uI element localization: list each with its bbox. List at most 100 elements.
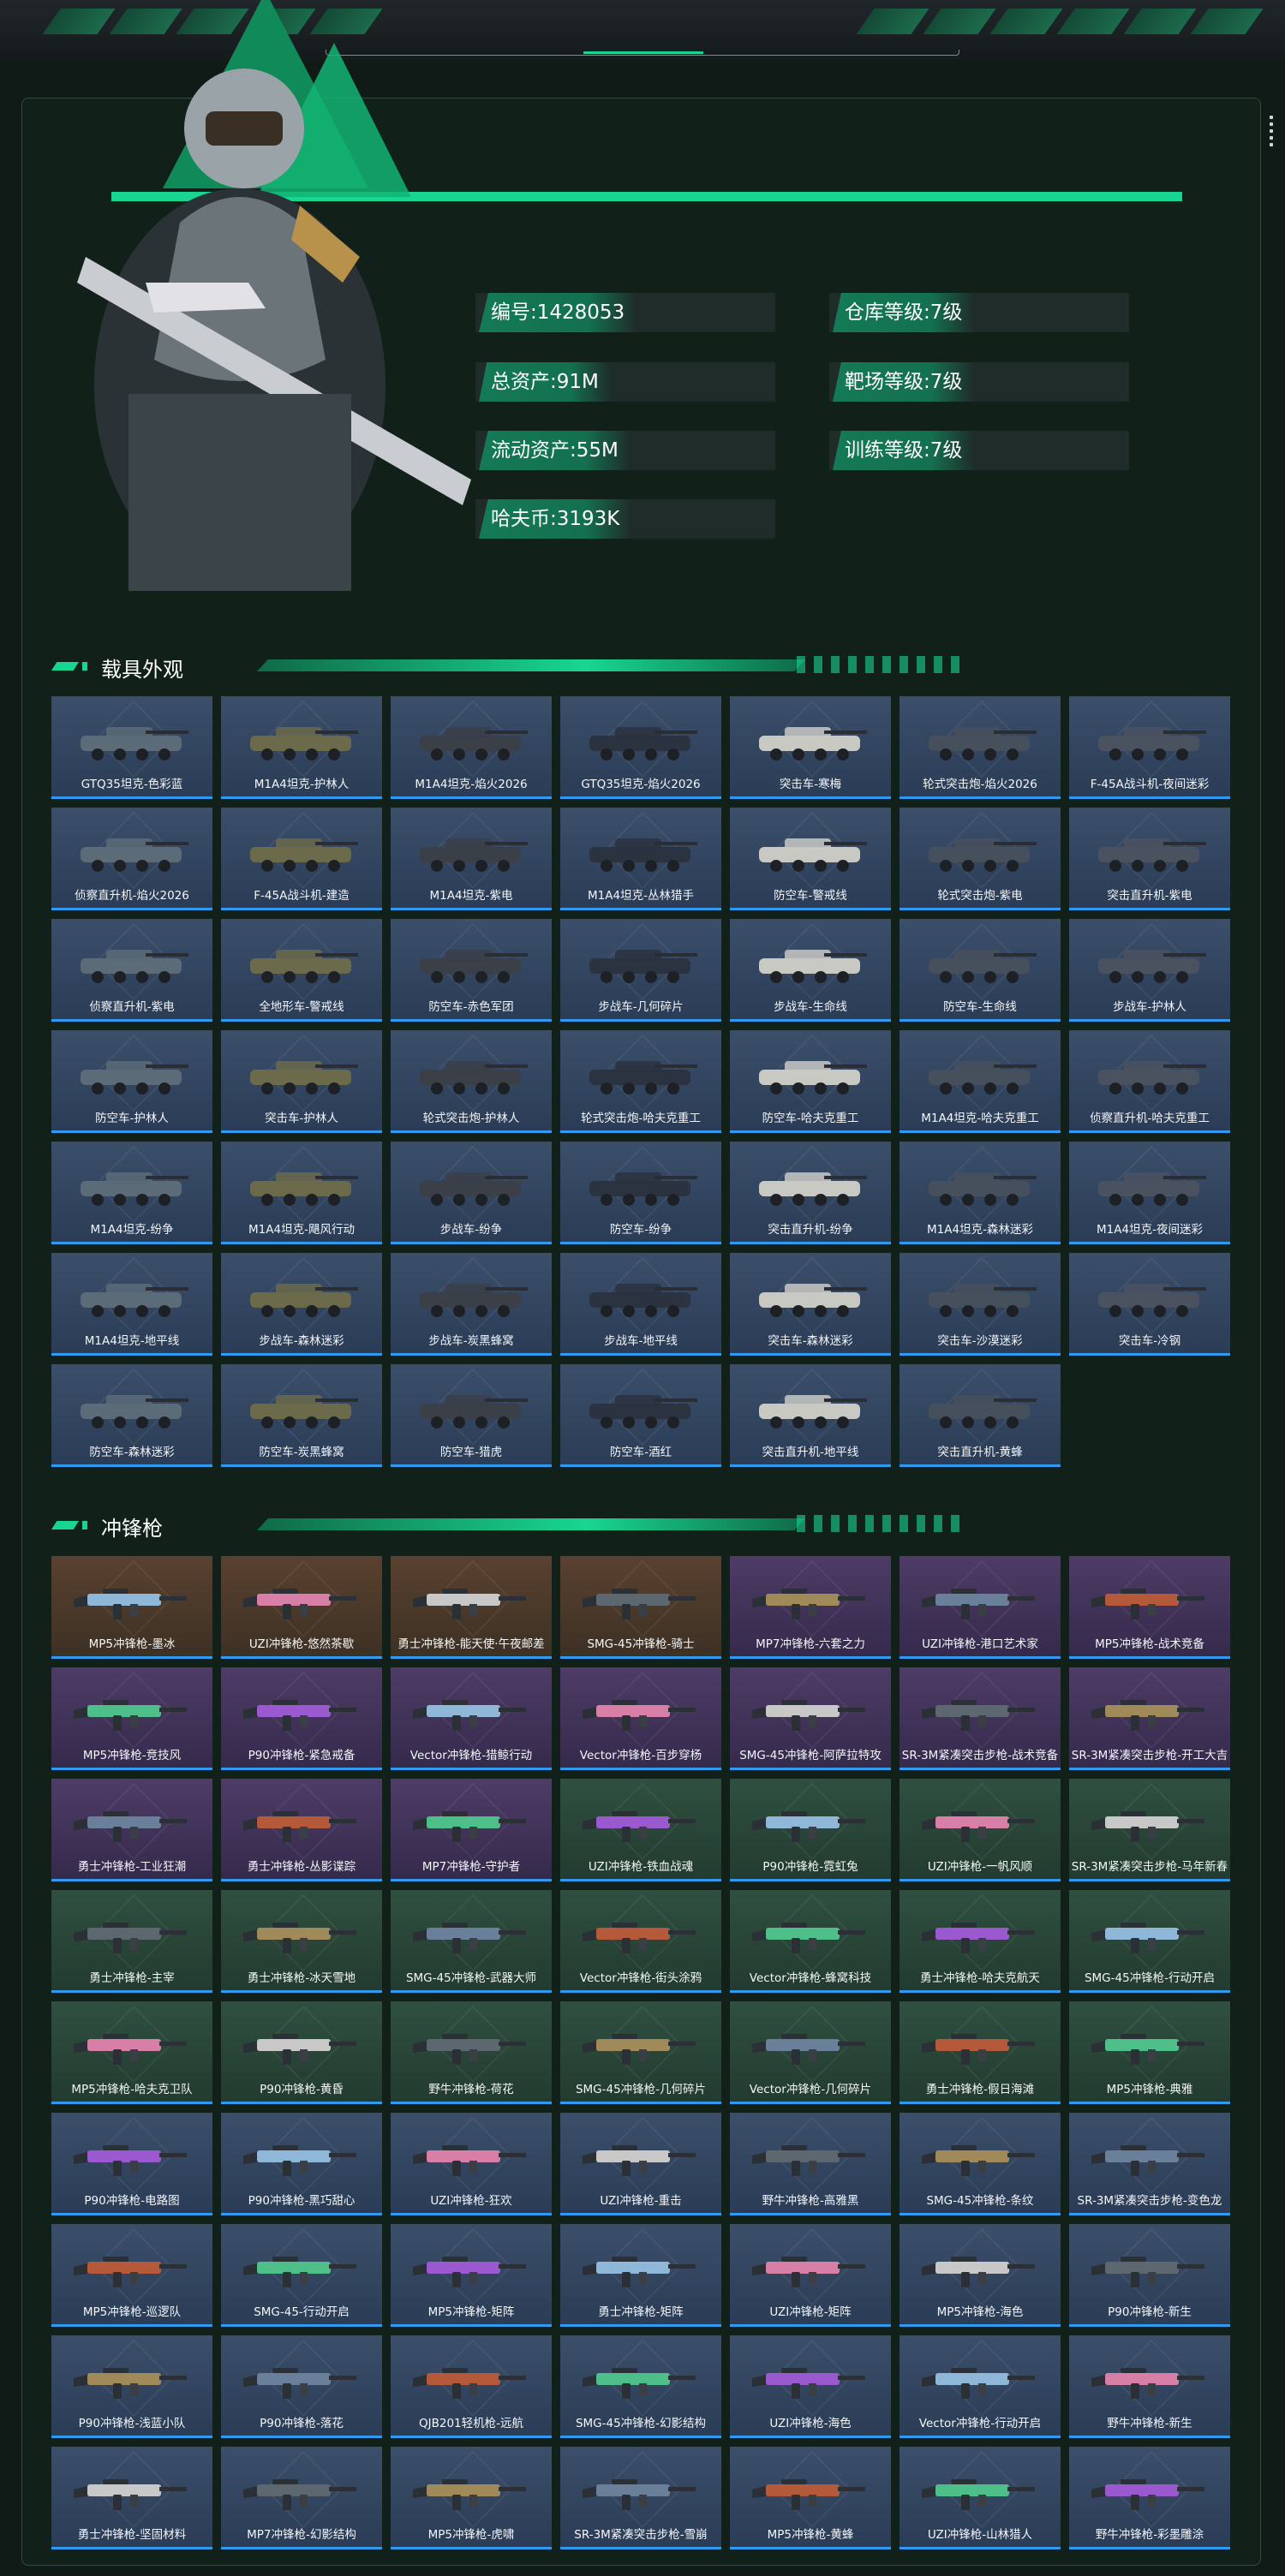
vehicle-skin-card[interactable]: 步战车-炭黑蜂窝 (391, 1253, 552, 1356)
smg-skin-card[interactable]: UZI冲锋枪-悠然茶歇 (221, 1556, 382, 1659)
smg-skin-card[interactable]: SR-3M紧凑突击步枪-变色龙 (1069, 2113, 1230, 2215)
smg-skin-card[interactable]: UZI冲锋枪-山林猎人 (900, 2447, 1061, 2549)
smg-skin-card[interactable]: P90冲锋枪-黄昏 (221, 2001, 382, 2104)
smg-skin-card[interactable]: Vector冲锋枪-猎鲸行动 (391, 1667, 552, 1770)
smg-skin-card[interactable]: 勇士冲锋枪-哈夫克航天 (900, 1890, 1061, 1993)
smg-skin-card[interactable]: UZI冲锋枪-狂欢 (391, 2113, 552, 2215)
vehicle-skin-card[interactable]: 突击车-护林人 (221, 1030, 382, 1133)
vehicle-skin-card[interactable]: M1A4坦克-纷争 (51, 1142, 212, 1244)
vehicle-skin-card[interactable]: 步战车-护林人 (1069, 919, 1230, 1022)
vehicle-skin-card[interactable]: 防空车-酒红 (560, 1364, 721, 1467)
vehicle-skin-card[interactable]: 防空车-炭黑蜂窝 (221, 1364, 382, 1467)
vehicle-skin-card[interactable]: M1A4坦克-地平线 (51, 1253, 212, 1356)
smg-skin-card[interactable]: SR-3M紧凑突击步枪-开工大吉 (1069, 1667, 1230, 1770)
vehicle-skin-card[interactable]: 全地形车-警戒线 (221, 919, 382, 1022)
vehicle-skin-card[interactable]: 防空车-赤色军团 (391, 919, 552, 1022)
vehicle-skin-card[interactable]: M1A4坦克-丛林猎手 (560, 808, 721, 910)
vehicle-skin-card[interactable]: 步战车-森林迷彩 (221, 1253, 382, 1356)
smg-skin-card[interactable]: MP5冲锋枪-虎啸 (391, 2447, 552, 2549)
smg-skin-card[interactable]: Vector冲锋枪-蜂窝科技 (730, 1890, 891, 1993)
smg-skin-card[interactable]: Vector冲锋枪-百步穿杨 (560, 1667, 721, 1770)
vehicle-skin-card[interactable]: 突击车-森林迷彩 (730, 1253, 891, 1356)
vehicle-skin-card[interactable]: 突击车-沙漠迷彩 (900, 1253, 1061, 1356)
vehicle-skin-card[interactable]: M1A4坦克-护林人 (221, 696, 382, 799)
vehicle-skin-card[interactable]: GTQ35坦克-色彩蓝 (51, 696, 212, 799)
smg-skin-card[interactable]: 勇士冲锋枪-工业狂潮 (51, 1779, 212, 1881)
vehicle-skin-card[interactable]: 突击直升机-黄蜂 (900, 1364, 1061, 1467)
vehicle-skin-card[interactable]: 防空车-纷争 (560, 1142, 721, 1244)
vehicle-skin-card[interactable]: 侦察直升机-哈夫克重工 (1069, 1030, 1230, 1133)
smg-skin-card[interactable]: SMG-45冲锋枪-行动开启 (1069, 1890, 1230, 1993)
smg-skin-card[interactable]: Vector冲锋枪-行动开启 (900, 2335, 1061, 2438)
smg-skin-card[interactable]: MP5冲锋枪-典雅 (1069, 2001, 1230, 2104)
smg-skin-card[interactable]: Vector冲锋枪-几何碎片 (730, 2001, 891, 2104)
smg-skin-card[interactable]: 野牛冲锋枪-荷花 (391, 2001, 552, 2104)
smg-skin-card[interactable]: SMG-45冲锋枪-骑士 (560, 1556, 721, 1659)
smg-skin-card[interactable]: QJB201轻机枪-远航 (391, 2335, 552, 2438)
smg-skin-card[interactable]: MP5冲锋枪-哈夫克卫队 (51, 2001, 212, 2104)
vehicle-skin-card[interactable]: 轮式突击炮-紫电 (900, 808, 1061, 910)
smg-skin-card[interactable]: UZI冲锋枪-矩阵 (730, 2224, 891, 2327)
smg-skin-card[interactable]: SMG-45冲锋枪-几何碎片 (560, 2001, 721, 2104)
vehicle-skin-card[interactable]: 防空车-森林迷彩 (51, 1364, 212, 1467)
smg-skin-card[interactable]: MP7冲锋枪-守护者 (391, 1779, 552, 1881)
smg-skin-card[interactable]: UZI冲锋枪-海色 (730, 2335, 891, 2438)
smg-skin-card[interactable]: MP7冲锋枪-六套之力 (730, 1556, 891, 1659)
smg-skin-card[interactable]: SR-3M紧凑突击步枪-战术竞备 (900, 1667, 1061, 1770)
vehicle-skin-card[interactable]: M1A4坦克-焰火2026 (391, 696, 552, 799)
vehicle-skin-card[interactable]: 侦察直升机-紫电 (51, 919, 212, 1022)
smg-skin-card[interactable]: UZI冲锋枪-重击 (560, 2113, 721, 2215)
vehicle-skin-card[interactable]: F-45A战斗机-建造 (221, 808, 382, 910)
vehicle-skin-card[interactable]: M1A4坦克-森林迷彩 (900, 1142, 1061, 1244)
smg-skin-card[interactable]: MP5冲锋枪-黄蜂 (730, 2447, 891, 2549)
smg-skin-card[interactable]: UZI冲锋枪-铁血战魂 (560, 1779, 721, 1881)
vehicle-skin-card[interactable]: M1A4坦克-哈夫克重工 (900, 1030, 1061, 1133)
smg-skin-card[interactable]: P90冲锋枪-霓虹兔 (730, 1779, 891, 1881)
smg-skin-card[interactable]: Vector冲锋枪-街头涂鸦 (560, 1890, 721, 1993)
vehicle-skin-card[interactable]: 轮式突击炮-哈夫克重工 (560, 1030, 721, 1133)
smg-skin-card[interactable]: 野牛冲锋枪-高雅黑 (730, 2113, 891, 2215)
smg-skin-card[interactable]: P90冲锋枪-紧急戒备 (221, 1667, 382, 1770)
smg-skin-card[interactable]: SMG-45冲锋枪-条纹 (900, 2113, 1061, 2215)
smg-skin-card[interactable]: MP5冲锋枪-矩阵 (391, 2224, 552, 2327)
scrollbar-handle[interactable] (1270, 116, 1273, 150)
vehicle-skin-card[interactable]: 防空车-护林人 (51, 1030, 212, 1133)
smg-skin-card[interactable]: P90冲锋枪-浅蓝小队 (51, 2335, 212, 2438)
smg-skin-card[interactable]: MP7冲锋枪-幻影结构 (221, 2447, 382, 2549)
smg-skin-card[interactable]: 勇士冲锋枪-能天使·午夜邮差 (391, 1556, 552, 1659)
smg-skin-card[interactable]: MP5冲锋枪-墨冰 (51, 1556, 212, 1659)
smg-skin-card[interactable]: UZI冲锋枪-一帆风顺 (900, 1779, 1061, 1881)
smg-skin-card[interactable]: P90冲锋枪-电路图 (51, 2113, 212, 2215)
vehicle-skin-card[interactable]: M1A4坦克-飓风行动 (221, 1142, 382, 1244)
vehicle-skin-card[interactable]: 侦察直升机-焰火2026 (51, 808, 212, 910)
smg-skin-card[interactable]: MP5冲锋枪-竞技风 (51, 1667, 212, 1770)
smg-skin-card[interactable]: SMG-45-行动开启 (221, 2224, 382, 2327)
vehicle-skin-card[interactable]: 防空车-猎虎 (391, 1364, 552, 1467)
smg-skin-card[interactable]: 勇士冲锋枪-矩阵 (560, 2224, 721, 2327)
vehicle-skin-card[interactable]: 轮式突击炮-焰火2026 (900, 696, 1061, 799)
smg-skin-card[interactable]: P90冲锋枪-新生 (1069, 2224, 1230, 2327)
smg-skin-card[interactable]: MP5冲锋枪-巡逻队 (51, 2224, 212, 2327)
vehicle-skin-card[interactable]: 突击直升机-地平线 (730, 1364, 891, 1467)
vehicle-skin-card[interactable]: 步战车-地平线 (560, 1253, 721, 1356)
vehicle-skin-card[interactable]: 突击直升机-纷争 (730, 1142, 891, 1244)
smg-skin-card[interactable]: MP5冲锋枪-海色 (900, 2224, 1061, 2327)
smg-skin-card[interactable]: MP5冲锋枪-战术竞备 (1069, 1556, 1230, 1659)
smg-skin-card[interactable]: P90冲锋枪-落花 (221, 2335, 382, 2438)
vehicle-skin-card[interactable]: 轮式突击炮-护林人 (391, 1030, 552, 1133)
vehicle-skin-card[interactable]: GTQ35坦克-焰火2026 (560, 696, 721, 799)
smg-skin-card[interactable]: 勇士冲锋枪-丛影谍踪 (221, 1779, 382, 1881)
vehicle-skin-card[interactable]: 防空车-生命线 (900, 919, 1061, 1022)
vehicle-skin-card[interactable]: 突击车-冷钢 (1069, 1253, 1230, 1356)
smg-skin-card[interactable]: SR-3M紧凑突击步枪-马年新春 (1069, 1779, 1230, 1881)
smg-skin-card[interactable]: 勇士冲锋枪-假日海滩 (900, 2001, 1061, 2104)
vehicle-skin-card[interactable]: 突击车-寒梅 (730, 696, 891, 799)
vehicle-skin-card[interactable]: 防空车-警戒线 (730, 808, 891, 910)
smg-skin-card[interactable]: 勇士冲锋枪-主宰 (51, 1890, 212, 1993)
vehicle-skin-card[interactable]: 步战车-生命线 (730, 919, 891, 1022)
smg-skin-card[interactable]: 勇士冲锋枪-坚固材料 (51, 2447, 212, 2549)
vehicle-skin-card[interactable]: M1A4坦克-紫电 (391, 808, 552, 910)
vehicle-skin-card[interactable]: 防空车-哈夫克重工 (730, 1030, 891, 1133)
smg-skin-card[interactable]: 勇士冲锋枪-冰天雪地 (221, 1890, 382, 1993)
smg-skin-card[interactable]: SMG-45冲锋枪-武器大师 (391, 1890, 552, 1993)
